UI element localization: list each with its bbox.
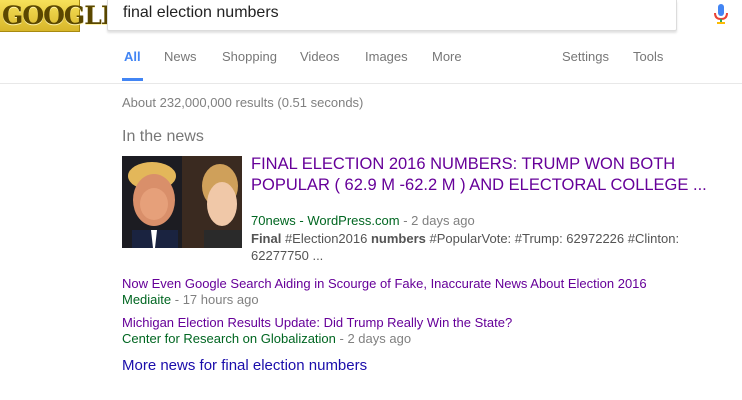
news-thumbnail[interactable] xyxy=(122,156,242,248)
top-story-snippet: Final #Election2016 numbers #PopularVote… xyxy=(251,230,691,264)
search-input[interactable] xyxy=(123,2,583,24)
more-news-link[interactable]: More news for final election numbers xyxy=(122,357,367,374)
tab-more[interactable]: More xyxy=(432,48,462,80)
news-item-time: - 17 hours ago xyxy=(171,292,259,307)
tab-settings[interactable]: Settings xyxy=(562,48,609,80)
top-bar: GOOGLE All News Shopping Videos Images M… xyxy=(0,0,742,84)
top-story-title-link[interactable]: FINAL ELECTION 2016 NUMBERS: TRUMP WON B… xyxy=(251,154,711,196)
search-box[interactable] xyxy=(107,0,728,31)
news-item-title-link[interactable]: Michigan Election Results Update: Did Tr… xyxy=(122,315,512,331)
tab-videos[interactable]: Videos xyxy=(300,48,340,80)
snippet-bold-1: Final xyxy=(251,231,282,246)
top-story-source-name: 70news - WordPress.com xyxy=(251,213,400,228)
search-tabs: All News Shopping Videos Images More Set… xyxy=(0,48,742,82)
news-item-source-name: Mediaite xyxy=(122,292,172,307)
news-item-time: - 2 days ago xyxy=(335,331,412,346)
news-section-heading: In the news xyxy=(122,128,204,145)
tab-images[interactable]: Images xyxy=(365,48,408,80)
tab-shopping[interactable]: Shopping xyxy=(222,48,277,80)
news-item-source-name: Center for Research on Globalization xyxy=(122,331,336,346)
news-item: Now Even Google Search Aiding in Scourge… xyxy=(122,276,647,308)
news-item: Michigan Election Results Update: Did Tr… xyxy=(122,315,512,347)
result-stats: About 232,000,000 results (0.51 seconds) xyxy=(122,95,364,110)
top-story-time: - 2 days ago xyxy=(399,213,475,228)
snippet-bold-2: numbers xyxy=(370,231,426,246)
tab-news[interactable]: News xyxy=(164,48,197,80)
snippet-text-1: #Election2016 xyxy=(281,231,371,246)
news-thumbnail-image xyxy=(122,156,242,248)
news-item-source: Center for Research on Globalization - 2… xyxy=(122,331,512,347)
tab-tools[interactable]: Tools xyxy=(633,48,663,80)
news-item-title-link[interactable]: Now Even Google Search Aiding in Scourge… xyxy=(122,276,647,292)
top-story-source: 70news - WordPress.com - 2 days ago xyxy=(251,213,475,228)
news-item-source: Mediaite - 17 hours ago xyxy=(122,292,647,308)
tab-all[interactable]: All xyxy=(122,48,143,81)
mic-icon[interactable] xyxy=(712,3,730,25)
google-doodle-logo[interactable]: GOOGLE xyxy=(0,0,120,32)
